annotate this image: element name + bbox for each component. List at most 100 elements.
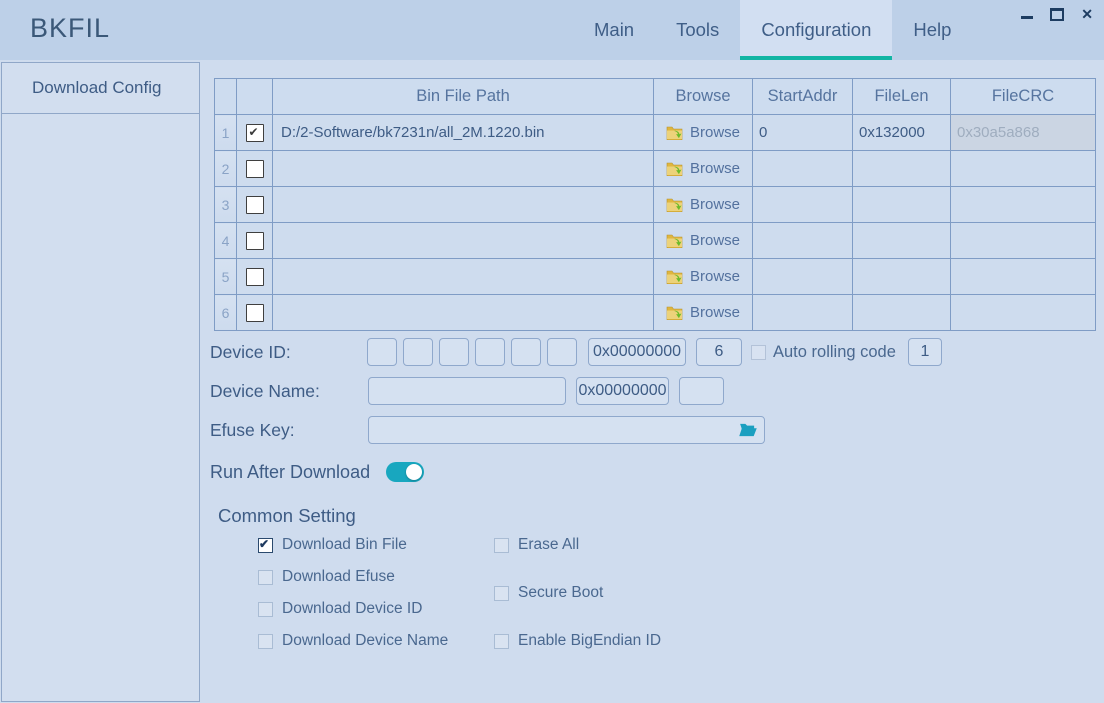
start-addr-cell[interactable] [753, 223, 853, 259]
tab-label: Main [594, 19, 634, 40]
browse-button[interactable]: Browse [654, 160, 752, 177]
sidebar-item-download-config[interactable]: Download Config [2, 63, 199, 114]
start-addr-cell[interactable] [753, 295, 853, 331]
setting-erase-all[interactable]: Erase All [494, 536, 661, 554]
row-index: 5 [215, 259, 237, 295]
tab-label: Configuration [761, 19, 871, 40]
row-checkbox[interactable] [246, 232, 264, 250]
setting-download-bin-file[interactable]: Download Bin File [258, 536, 448, 554]
checkbox[interactable] [258, 538, 273, 553]
browse-cell: Browse [654, 259, 753, 295]
maximize-icon[interactable] [1050, 8, 1064, 21]
browse-button[interactable]: Browse [654, 304, 752, 321]
tab-help[interactable]: Help [892, 0, 972, 60]
row-check-cell [237, 187, 273, 223]
row-checkbox[interactable] [246, 160, 264, 178]
device-name-input[interactable] [368, 377, 566, 405]
close-icon[interactable]: ✕ [1081, 3, 1093, 25]
bin-file-path-cell[interactable] [273, 259, 654, 295]
setting-secure-boot[interactable]: Secure Boot [494, 584, 661, 602]
run-after-download-toggle[interactable] [386, 462, 424, 482]
nav-tabs: Main Tools Configuration Help [573, 0, 972, 60]
file-len-cell[interactable] [853, 295, 951, 331]
file-len-cell[interactable] [853, 259, 951, 295]
header-file-len: FileLen [853, 79, 951, 115]
device-name-extra-input[interactable] [679, 377, 724, 405]
checkbox-label: Download Device ID [282, 600, 422, 618]
setting-download-efuse[interactable]: Download Efuse [258, 568, 448, 586]
browse-cell: Browse [654, 295, 753, 331]
efuse-key-label: Efuse Key: [210, 420, 368, 441]
device-name-row: Device Name: 0x00000000 [210, 377, 724, 405]
device-id-hex-input[interactable]: 0x00000000 [588, 338, 686, 366]
row-check-cell [237, 295, 273, 331]
checkbox-label: Erase All [518, 536, 579, 554]
table-header-row: Bin File Path Browse StartAddr FileLen F… [215, 79, 1096, 115]
row-checkbox[interactable] [246, 268, 264, 286]
file-len-cell[interactable] [853, 187, 951, 223]
start-addr-cell[interactable]: 0 [753, 115, 853, 151]
row-checkbox[interactable] [246, 196, 264, 214]
start-addr-cell[interactable] [753, 187, 853, 223]
tab-configuration[interactable]: Configuration [740, 0, 892, 60]
checkbox[interactable] [494, 634, 509, 649]
bin-file-path-cell[interactable] [273, 187, 654, 223]
row-index: 3 [215, 187, 237, 223]
setting-download-device-id[interactable]: Download Device ID [258, 600, 448, 618]
browse-button[interactable]: Browse [654, 268, 752, 285]
file-len-cell[interactable] [853, 151, 951, 187]
minimize-icon[interactable] [1021, 16, 1033, 19]
bin-file-path-cell[interactable] [273, 223, 654, 259]
table-row: 1 D:/2-Software/bk7231n/all_2M.1220.bin … [215, 115, 1096, 151]
device-id-byte-input[interactable] [475, 338, 505, 366]
device-id-byte-input[interactable] [403, 338, 433, 366]
tab-main[interactable]: Main [573, 0, 655, 60]
checkbox[interactable] [494, 538, 509, 553]
browse-cell: Browse [654, 115, 753, 151]
checkbox[interactable] [258, 570, 273, 585]
auto-rolling-checkbox[interactable] [751, 345, 766, 360]
file-len-cell[interactable] [853, 223, 951, 259]
checkbox-label: Enable BigEndian ID [518, 632, 661, 650]
setting-enable-bigendian-id[interactable]: Enable BigEndian ID [494, 632, 661, 650]
tab-tools[interactable]: Tools [655, 0, 740, 60]
bin-file-path-cell[interactable]: D:/2-Software/bk7231n/all_2M.1220.bin [273, 115, 654, 151]
checkbox[interactable] [258, 602, 273, 617]
checkbox-label: Download Bin File [282, 536, 407, 554]
checkbox[interactable] [258, 634, 273, 649]
table-row: 6 Browse [215, 295, 1096, 331]
efuse-key-row: Efuse Key: [210, 416, 765, 444]
setting-download-device-name[interactable]: Download Device Name [258, 632, 448, 650]
device-id-byte-input[interactable] [511, 338, 541, 366]
bin-file-path-cell[interactable] [273, 151, 654, 187]
browse-button-label: Browse [690, 196, 740, 213]
browse-button[interactable]: Browse [654, 232, 752, 249]
checkbox[interactable] [494, 586, 509, 601]
toggle-knob [406, 464, 422, 480]
device-id-count-input[interactable]: 6 [696, 338, 742, 366]
window-controls: ✕ [1021, 3, 1093, 25]
browse-folder-icon [666, 305, 683, 320]
browse-cell: Browse [654, 187, 753, 223]
efuse-key-input[interactable] [368, 416, 765, 444]
efuse-open-folder-icon[interactable] [739, 423, 757, 437]
common-setting-title: Common Setting [218, 505, 356, 527]
auto-rolling-value-input[interactable]: 1 [908, 338, 942, 366]
start-addr-cell[interactable] [753, 151, 853, 187]
row-checkbox[interactable] [246, 304, 264, 322]
browse-button-label: Browse [690, 124, 740, 141]
device-id-byte-input[interactable] [367, 338, 397, 366]
device-name-hex-input[interactable]: 0x00000000 [576, 377, 669, 405]
device-id-byte-input[interactable] [439, 338, 469, 366]
title-bar: BKFIL MainToolsConfigurationHelp ✕ [0, 0, 1104, 60]
browse-button[interactable]: Browse [654, 196, 752, 213]
device-id-byte-input[interactable] [547, 338, 577, 366]
browse-button[interactable]: Browse [654, 124, 752, 141]
start-addr-cell[interactable] [753, 259, 853, 295]
bin-file-path-cell[interactable] [273, 295, 654, 331]
file-len-cell[interactable]: 0x132000 [853, 115, 951, 151]
row-check-cell [237, 115, 273, 151]
browse-button-label: Browse [690, 232, 740, 249]
row-checkbox[interactable] [246, 124, 264, 142]
file-crc-cell: 0x30a5a868 [951, 115, 1096, 151]
